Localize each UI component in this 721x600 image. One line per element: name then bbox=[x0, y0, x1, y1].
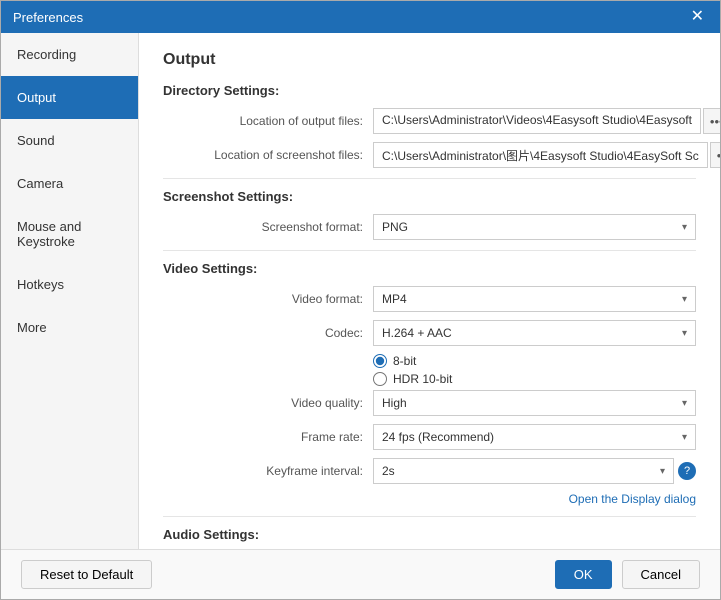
codec-arrow: ▾ bbox=[682, 328, 687, 339]
help-icon: ? bbox=[684, 465, 690, 477]
video-quality-control: High ▾ bbox=[373, 390, 696, 416]
screenshot-format-control: PNG ▾ bbox=[373, 214, 696, 240]
page-title: Output bbox=[163, 51, 696, 69]
sidebar-item-hotkeys[interactable]: Hotkeys bbox=[1, 263, 138, 306]
dots-icon: ••• bbox=[710, 114, 720, 129]
sidebar-item-recording[interactable]: Recording bbox=[1, 33, 138, 76]
frame-rate-control: 24 fps (Recommend) ▾ bbox=[373, 424, 696, 450]
dialog-content: Recording Output Sound Camera Mouse and … bbox=[1, 33, 720, 549]
bit8-radio-row: 8-bit bbox=[373, 354, 696, 368]
preferences-dialog: Preferences ✕ Recording Output Sound Cam… bbox=[0, 0, 721, 600]
dots-icon-2: ••• bbox=[717, 148, 720, 163]
close-button[interactable]: ✕ bbox=[687, 9, 708, 25]
frame-rate-arrow: ▾ bbox=[682, 432, 687, 443]
keyframe-value: 2s bbox=[382, 464, 395, 478]
open-display-link[interactable]: Open the Display dialog bbox=[163, 492, 696, 506]
dialog-title: Preferences bbox=[13, 10, 83, 25]
bit8-radio[interactable] bbox=[373, 354, 387, 368]
footer: Reset to Default OK Cancel bbox=[1, 549, 720, 599]
video-format-value: MP4 bbox=[382, 292, 407, 306]
sidebar-item-sound[interactable]: Sound bbox=[1, 119, 138, 162]
sidebar-item-mouse-keystroke[interactable]: Mouse and Keystroke bbox=[1, 205, 138, 263]
sidebar-item-more[interactable]: More bbox=[1, 306, 138, 349]
screenshot-format-dropdown[interactable]: PNG ▾ bbox=[373, 214, 696, 240]
screenshot-format-value: PNG bbox=[382, 220, 408, 234]
video-settings-title: Video Settings: bbox=[163, 261, 696, 276]
sidebar: Recording Output Sound Camera Mouse and … bbox=[1, 33, 139, 549]
ok-button[interactable]: OK bbox=[555, 560, 612, 589]
frame-rate-row: Frame rate: 24 fps (Recommend) ▾ bbox=[163, 424, 696, 450]
bit10-radio[interactable] bbox=[373, 372, 387, 386]
cancel-button[interactable]: Cancel bbox=[622, 560, 700, 589]
keyframe-row: Keyframe interval: 2s ▾ ? bbox=[163, 458, 696, 484]
screenshot-files-control: C:\Users\Administrator\图片\4Easysoft Stud… bbox=[373, 142, 720, 168]
screenshot-files-dots-btn[interactable]: ••• bbox=[710, 142, 720, 168]
screenshot-format-arrow: ▾ bbox=[682, 222, 687, 233]
screenshot-files-path: C:\Users\Administrator\图片\4Easysoft Stud… bbox=[373, 142, 708, 168]
screenshot-format-row: Screenshot format: PNG ▾ bbox=[163, 214, 696, 240]
video-format-dropdown[interactable]: MP4 ▾ bbox=[373, 286, 696, 312]
keyframe-label: Keyframe interval: bbox=[163, 464, 373, 478]
output-files-label: Location of output files: bbox=[163, 114, 373, 128]
keyframe-arrow: ▾ bbox=[660, 466, 665, 477]
video-quality-arrow: ▾ bbox=[682, 398, 687, 409]
video-format-control: MP4 ▾ bbox=[373, 286, 696, 312]
video-format-arrow: ▾ bbox=[682, 294, 687, 305]
sidebar-item-output[interactable]: Output bbox=[1, 76, 138, 119]
keyframe-help-btn[interactable]: ? bbox=[678, 462, 696, 480]
video-quality-row: Video quality: High ▾ bbox=[163, 390, 696, 416]
open-display-container: Open the Display dialog bbox=[163, 492, 696, 506]
divider-2 bbox=[163, 250, 696, 251]
main-content: Output Directory Settings: Location of o… bbox=[139, 33, 720, 549]
codec-value: H.264 + AAC bbox=[382, 326, 452, 340]
reset-button[interactable]: Reset to Default bbox=[21, 560, 152, 589]
codec-row: Codec: H.264 + AAC ▾ bbox=[163, 320, 696, 346]
codec-control: H.264 + AAC ▾ bbox=[373, 320, 696, 346]
output-files-control: C:\Users\Administrator\Videos\4Easysoft … bbox=[373, 108, 720, 134]
divider-3 bbox=[163, 516, 696, 517]
bit10-radio-row: HDR 10-bit bbox=[373, 372, 696, 386]
divider-1 bbox=[163, 178, 696, 179]
video-format-label: Video format: bbox=[163, 292, 373, 306]
codec-dropdown[interactable]: H.264 + AAC ▾ bbox=[373, 320, 696, 346]
keyframe-inner: 2s ▾ ? bbox=[373, 458, 696, 484]
screenshot-settings-title: Screenshot Settings: bbox=[163, 189, 696, 204]
keyframe-control: 2s ▾ ? bbox=[373, 458, 696, 484]
bit10-label: HDR 10-bit bbox=[393, 372, 452, 386]
sidebar-item-camera[interactable]: Camera bbox=[1, 162, 138, 205]
output-files-row: Location of output files: C:\Users\Admin… bbox=[163, 108, 696, 134]
screenshot-format-label: Screenshot format: bbox=[163, 220, 373, 234]
audio-settings-title: Audio Settings: bbox=[163, 527, 696, 542]
output-files-dots-btn[interactable]: ••• bbox=[703, 108, 720, 134]
video-quality-label: Video quality: bbox=[163, 396, 373, 410]
frame-rate-dropdown[interactable]: 24 fps (Recommend) ▾ bbox=[373, 424, 696, 450]
frame-rate-value: 24 fps (Recommend) bbox=[382, 430, 494, 444]
codec-label: Codec: bbox=[163, 326, 373, 340]
screenshot-files-row: Location of screenshot files: C:\Users\A… bbox=[163, 142, 696, 168]
footer-right-buttons: OK Cancel bbox=[555, 560, 700, 589]
keyframe-dropdown[interactable]: 2s ▾ bbox=[373, 458, 674, 484]
video-format-row: Video format: MP4 ▾ bbox=[163, 286, 696, 312]
bit8-label: 8-bit bbox=[393, 354, 416, 368]
frame-rate-label: Frame rate: bbox=[163, 430, 373, 444]
screenshot-files-label: Location of screenshot files: bbox=[163, 148, 373, 162]
directory-settings-title: Directory Settings: bbox=[163, 83, 696, 98]
title-bar: Preferences ✕ bbox=[1, 1, 720, 33]
output-files-path: C:\Users\Administrator\Videos\4Easysoft … bbox=[373, 108, 701, 134]
video-quality-dropdown[interactable]: High ▾ bbox=[373, 390, 696, 416]
video-quality-value: High bbox=[382, 396, 407, 410]
